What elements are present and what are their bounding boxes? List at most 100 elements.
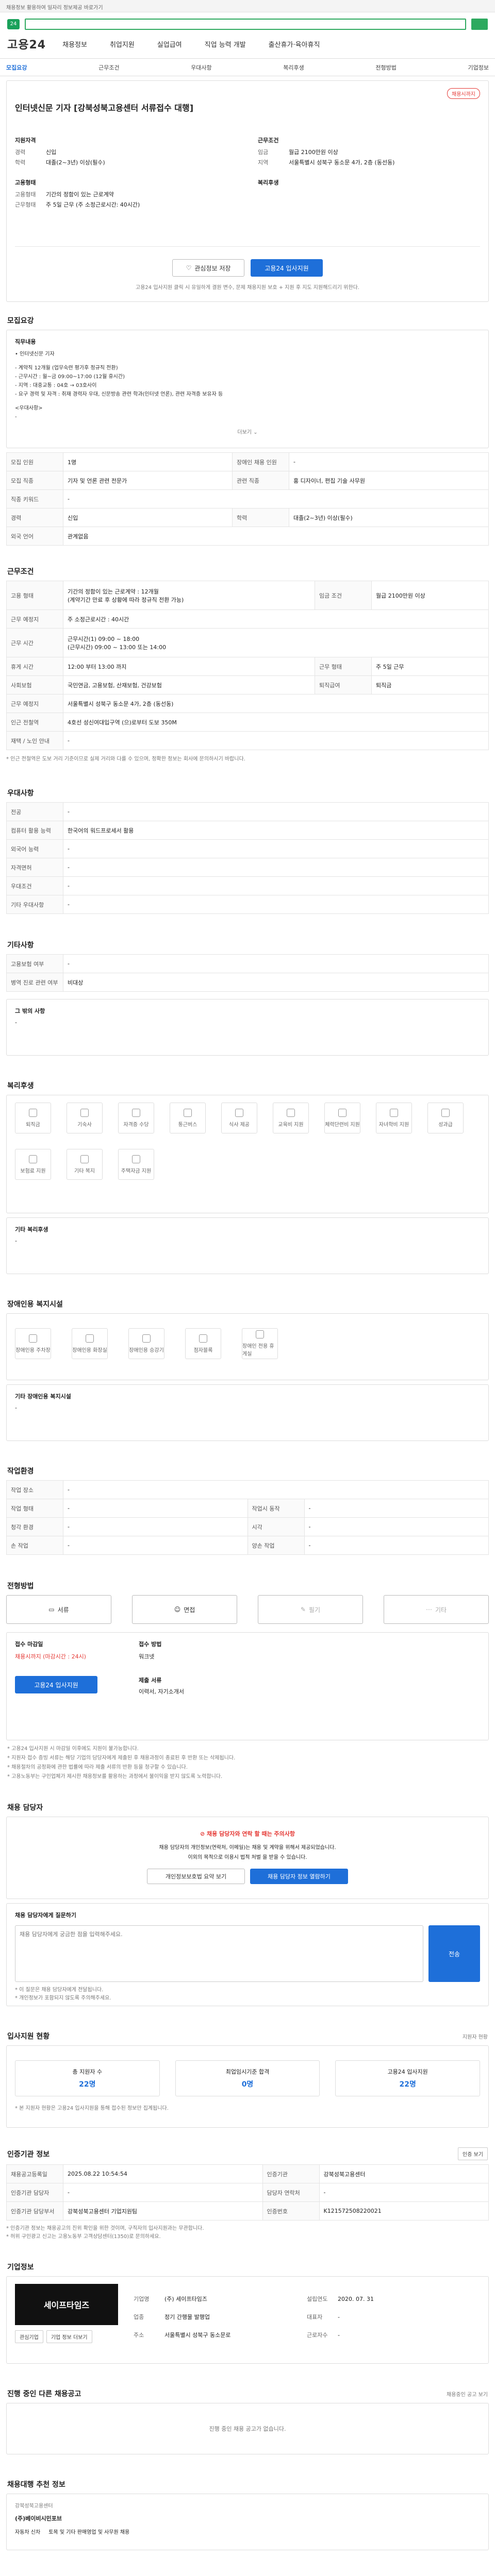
deadline-badge: 채용시까지 xyxy=(447,88,480,99)
table-row: 인근 전철역 4호선 성신여대입구역 (으)로부터 도보 350M xyxy=(6,713,489,732)
save-interest-button[interactable]: ♡ 관심정보 저장 xyxy=(172,259,244,277)
recent-box: 강북성북고용센터 (주)베이비시민포브 자동차 신차 토목 및 기타 판매영업 … xyxy=(6,2494,489,2550)
note-line: * 이 질문은 채용 담당자에게 전달됩니다. xyxy=(15,1987,104,1993)
document-icon: ▭ xyxy=(48,1606,55,1613)
welfare-label: 기숙사 xyxy=(77,1122,92,1128)
welfare-item: 기숙사 xyxy=(67,1103,103,1133)
work-table: 고용 형태 기간의 정함이 있는 근로계약 : 12개월 (계약기간 만료 후 상… xyxy=(6,581,489,750)
warn-text: 채용 담당자의 개인정보(연락처, 이메일)는 채용 및 계약을 위해서 제공되… xyxy=(159,1845,336,1851)
welfare-label: 주택자금 지원 xyxy=(121,1168,152,1174)
company-more-button[interactable]: 기업 정보 더보기 xyxy=(46,2330,92,2343)
table-row: 자격면허 - xyxy=(6,858,489,877)
cell-key: 장애인 채용 인원 xyxy=(232,452,290,471)
welfare-label: 체력단련비 지원 xyxy=(325,1122,360,1128)
info-link-button[interactable]: 인증 보기 xyxy=(458,2147,488,2160)
step-label: 기타 xyxy=(435,1606,447,1614)
apply-method-title: 접수 방법 xyxy=(139,1641,162,1648)
tab-welfare[interactable]: 복리후생 xyxy=(283,63,304,72)
inquiry-box: 채용 담당자에게 질문하기 전송 * 이 질문은 채용 담당자에게 전달됩니다.… xyxy=(6,1903,489,2006)
conditions-heading: 근무조건 xyxy=(258,137,279,144)
cell-value: 서울특별시 성북구 동소문 4가, 2층 (동선동) xyxy=(63,694,489,713)
tab-prefer[interactable]: 우대사항 xyxy=(191,63,211,72)
company-box: 세이프타임즈 관심기업 기업 정보 더보기 기업명 (주) 세이프타임즈 설립연도… xyxy=(6,2276,489,2364)
other-section-title: 진행 중인 다른 채용공고 xyxy=(7,2390,81,2398)
tab-work[interactable]: 근무조건 xyxy=(98,63,119,72)
apply-button-2[interactable]: 고용24 입사지원 xyxy=(15,1676,97,1693)
cell-value: - xyxy=(63,858,489,877)
recent-company[interactable]: (주)베이비시민포브 xyxy=(15,2514,480,2522)
field-value: 서울특별시 성북구 동소문로 xyxy=(164,2332,231,2338)
stats-box: 총 지원자 수 22명 최업임시기준 합격 0명 고용24 입사지원 22명 * 본 … xyxy=(6,2045,489,2128)
welfare-icon xyxy=(390,1108,398,1117)
benefits-heading: 복리후생 xyxy=(258,179,279,186)
cell-key: 인증기관 담당부서 xyxy=(6,2201,63,2221)
nav-item-training[interactable]: 직업 능력 개발 xyxy=(199,39,252,49)
table-row: 근무 시간 근무시간(1) 09:00 ~ 18:00 (근무시간) 09:00 … xyxy=(6,628,489,657)
facility-label: 장애인용 주차장 xyxy=(15,1347,51,1353)
work-type-value: 주 5일 근무 (주 소정근로시간: 40시간) xyxy=(46,201,140,208)
welfare-label: 통근버스 xyxy=(178,1122,197,1128)
top-notice-text[interactable]: 채용정보 활용하여 일자리 정보제공 바로가기 xyxy=(6,5,103,11)
etc-box-title: 그 밖의 사항 xyxy=(15,1008,45,1014)
recruit-section-title: 모집요강 xyxy=(7,317,34,325)
welfare-icon xyxy=(29,1155,37,1163)
table-row: 모집 직종 기자 및 언론 관련 전문가 관련 직종 홍 디자이너, 편집 기술 사무… xyxy=(6,471,489,490)
nav-item-employment-support[interactable]: 취업지원 xyxy=(104,39,141,49)
logo-icon[interactable]: 24 xyxy=(7,19,20,29)
work-type-label: 근무형태 xyxy=(15,201,36,208)
cell-value: - xyxy=(304,1499,489,1518)
stat-label: 총 지원자 수 xyxy=(72,2069,103,2075)
search-input[interactable] xyxy=(25,19,466,30)
inquiry-send-button[interactable]: 전송 xyxy=(428,1925,480,1982)
top-notice-bar: 채용정보 활용하여 일자리 정보제공 바로가기 xyxy=(0,0,495,12)
cell-value: - xyxy=(63,954,489,973)
stats-link[interactable]: 지원자 현황 xyxy=(463,2032,488,2040)
cell-value: - xyxy=(304,1517,489,1536)
interest-company-button[interactable]: 관심기업 xyxy=(15,2330,43,2343)
cell-value: 신입 xyxy=(62,508,233,527)
facility-icon xyxy=(142,1334,151,1343)
view-contact-button[interactable]: 채용 담당자 정보 열람하기 xyxy=(250,1869,348,1884)
employment-type-label: 고용형태 xyxy=(15,191,36,198)
table-row: 병역 진로 관련 여부 비대상 xyxy=(6,973,489,992)
inquiry-textarea[interactable] xyxy=(15,1925,423,1982)
privacy-summary-button[interactable]: 개인정보보호법 요약 보기 xyxy=(147,1869,245,1884)
cell-key: 경력 xyxy=(6,508,63,527)
tab-recruit[interactable]: 모집요강 xyxy=(6,63,27,72)
table-row: 외국 언어 관계없음 xyxy=(6,527,489,546)
other-link[interactable]: 채용중인 공고 보기 xyxy=(447,2390,488,2398)
facility-item: 장애인용 승강기 xyxy=(128,1328,164,1359)
recent-item[interactable]: 토목 및 기타 판매영업 및 사무원 채용 xyxy=(48,2528,129,2535)
alert-icon: ⊘ xyxy=(200,1831,207,1837)
search-button[interactable] xyxy=(471,19,488,30)
welfare-icon xyxy=(29,1108,37,1117)
cell-key: 우대조건 xyxy=(6,876,63,895)
cell-value: - xyxy=(63,1480,489,1499)
facility-item: 장애인용 주차장 xyxy=(15,1328,51,1359)
stat-online: 고용24 입사지원 22명 xyxy=(335,2060,481,2096)
nav-item-jobs[interactable]: 채용정보 xyxy=(56,39,93,49)
table-row: 경력 신입 학력 대졸(2~3년) 이상(필수) xyxy=(6,508,489,527)
tab-method[interactable]: 전형방법 xyxy=(375,63,396,72)
facility-icon xyxy=(256,1330,264,1338)
welfare-item: 성과급 xyxy=(427,1103,464,1133)
facility-item: 장애인 전용 휴게실 xyxy=(242,1328,278,1359)
method-notes: * 고용24 입사지원 시 마감일 이후에도 지원이 불가능합니다. * 지원자… xyxy=(0,1744,495,1782)
apply-button[interactable]: 고용24 입사지원 xyxy=(251,259,323,277)
cell-key: 모집 직종 xyxy=(6,471,63,490)
welfare-icon xyxy=(80,1108,89,1117)
field-key: 대표자 xyxy=(307,2314,323,2320)
note-line: * 허위 구인광고 신고는 고용노동부 고객상담센터(1350)로 문의하세요. xyxy=(6,2234,161,2240)
cell-value: - xyxy=(63,2183,263,2202)
facility-label: 장애인용 화장실 xyxy=(72,1347,107,1353)
brand-logo[interactable]: 고용24 xyxy=(7,36,46,52)
recent-item[interactable]: 자동차 신차 xyxy=(15,2528,40,2535)
more-button[interactable]: 더보기 ⌄ xyxy=(15,428,480,435)
nav-item-leave[interactable]: 출산휴가·육아휴직 xyxy=(262,39,326,49)
nav-item-unemployment[interactable]: 실업급여 xyxy=(151,39,188,49)
table-row: 인증기관 담당자 - 담당자 연락처 - xyxy=(6,2183,489,2202)
cell-value: - xyxy=(63,876,489,895)
warn-title: ⊘ 채용 담당자와 연락 할 때는 주의사항 xyxy=(15,1829,480,1838)
cell-value: - xyxy=(63,731,489,750)
tab-company[interactable]: 기업정보 xyxy=(468,63,488,72)
